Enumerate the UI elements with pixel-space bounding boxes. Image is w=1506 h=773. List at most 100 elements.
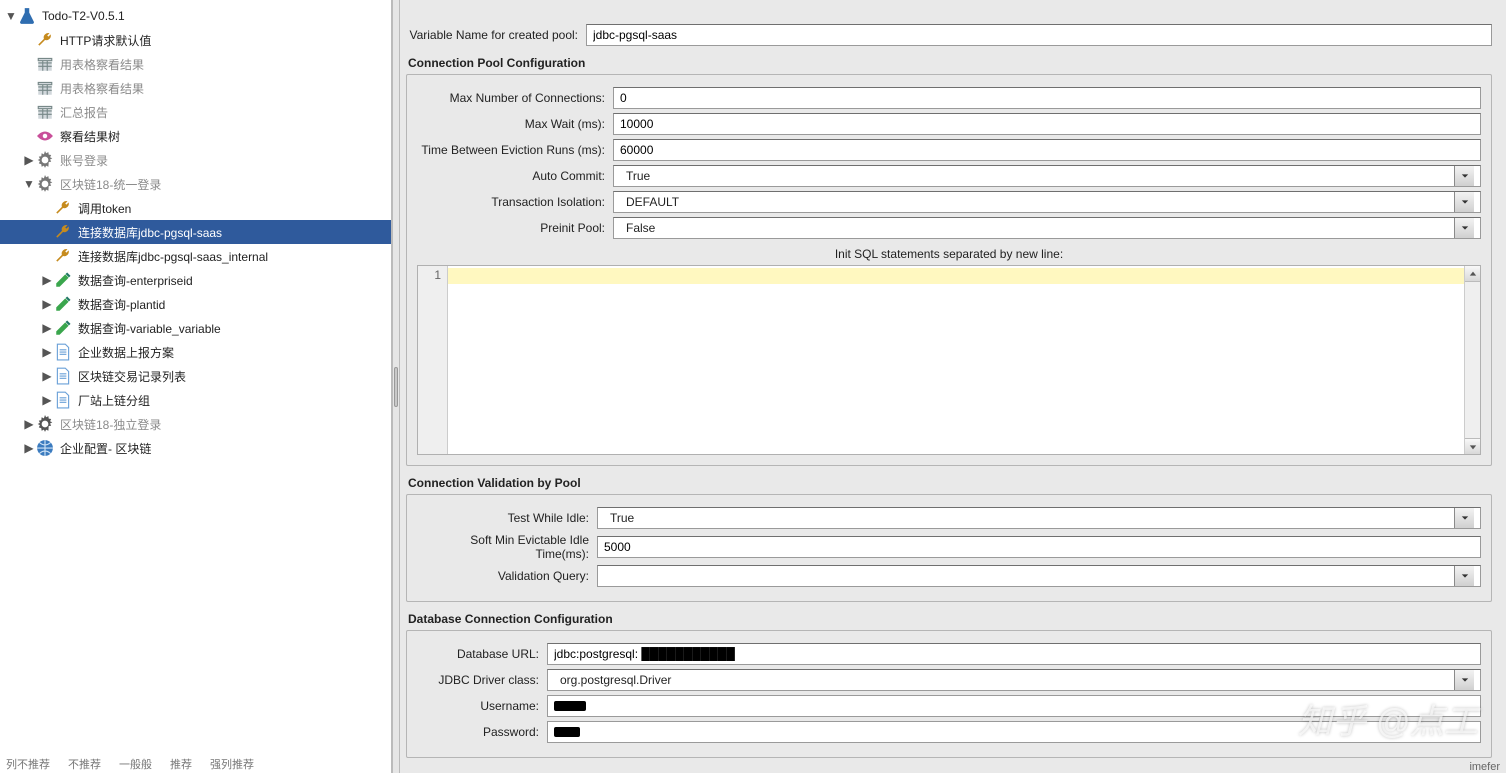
footer-ratings: 列不推荐不推荐一般般推荐强列推荐	[0, 755, 254, 773]
driver-select[interactable]: org.postgresql.Driver	[547, 669, 1481, 691]
db-group: Database URL: JDBC Driver class: org.pos…	[406, 630, 1492, 758]
tree-item[interactable]: ▶厂站上链分组	[0, 388, 391, 412]
tree-item-label: 调用token	[76, 200, 131, 217]
val-query-label: Validation Query:	[417, 569, 597, 583]
scroll-up-icon[interactable]	[1465, 266, 1480, 282]
tree-item[interactable]: ▶ 区块链18-独立登录	[0, 412, 391, 436]
var-name-input[interactable]	[586, 24, 1492, 46]
scroll-down-icon[interactable]	[1465, 438, 1480, 454]
tree-item[interactable]: ▶数据查询-plantid	[0, 292, 391, 316]
disclosure-icon[interactable]: ▶	[40, 273, 54, 287]
tree-item-label: 汇总报告	[58, 104, 108, 121]
tree-item-label: 区块链18-独立登录	[58, 416, 161, 433]
disclosure-icon[interactable]: ▼	[4, 9, 18, 23]
tree-item[interactable]: 察看结果树	[0, 124, 391, 148]
test-idle-select[interactable]: True	[597, 507, 1481, 529]
gear-icon	[36, 151, 54, 169]
config-panel: Variable Name for created pool: Connecti…	[400, 0, 1506, 773]
gear-icon	[36, 175, 54, 193]
db-url-input[interactable]	[547, 643, 1481, 665]
tree-item[interactable]: ▶数据查询-variable_variable	[0, 316, 391, 340]
tree-item[interactable]: HTTP请求默认值	[0, 28, 391, 52]
splitter-grip[interactable]	[394, 367, 398, 407]
tree-item-label: 连接数据库jdbc-pgsql-saas_internal	[76, 248, 268, 265]
disclosure-icon[interactable]: ▶	[22, 153, 36, 167]
pencil-icon	[54, 271, 72, 289]
pool-group: Max Number of Connections: Max Wait (ms)…	[406, 74, 1492, 466]
tree-item-label: 数据查询-enterpriseid	[76, 272, 193, 289]
val-query-select[interactable]	[597, 565, 1481, 587]
tree-item[interactable]: 用表格察看结果	[0, 52, 391, 76]
tree-item-label: 用表格察看结果	[58, 80, 144, 97]
max-conn-input[interactable]	[613, 87, 1481, 109]
driver-label: JDBC Driver class:	[417, 673, 547, 687]
max-wait-input[interactable]	[613, 113, 1481, 135]
disclosure-icon[interactable]: ▶	[40, 321, 54, 335]
password-input[interactable]	[547, 721, 1481, 743]
username-input[interactable]	[547, 695, 1481, 717]
tree-item[interactable]: ▼区块链18-统一登录	[0, 172, 391, 196]
init-sql-editor[interactable]: 1	[417, 265, 1481, 455]
tree-item-label: 用表格察看结果	[58, 56, 144, 73]
doc-icon	[54, 343, 72, 361]
password-label: Password:	[417, 725, 547, 739]
username-label: Username:	[417, 699, 547, 713]
pencil-icon	[54, 319, 72, 337]
tree-item[interactable]: ▶企业数据上报方案	[0, 340, 391, 364]
db-url-label: Database URL:	[417, 647, 547, 661]
disclosure-icon[interactable]: ▶	[40, 393, 54, 407]
tree-item-label: HTTP请求默认值	[58, 32, 151, 49]
doc-icon	[54, 391, 72, 409]
auto-commit-label: Auto Commit:	[417, 169, 613, 183]
max-conn-label: Max Number of Connections:	[417, 91, 613, 105]
db-section-title: Database Connection Configuration	[406, 612, 1492, 626]
editor-current-line	[448, 268, 1464, 284]
preinit-select[interactable]: False	[613, 217, 1481, 239]
disclosure-icon[interactable]: ▶	[22, 417, 36, 431]
tree-item[interactable]: 汇总报告	[0, 100, 391, 124]
tree-item[interactable]: ▶ 账号登录	[0, 148, 391, 172]
disclosure-icon[interactable]: ▶	[40, 345, 54, 359]
iso-select[interactable]: DEFAULT	[613, 191, 1481, 213]
soft-min-input[interactable]	[597, 536, 1481, 558]
init-sql-label: Init SQL statements separated by new lin…	[417, 247, 1481, 261]
test-plan-tree[interactable]: ▼ Todo-T2-V0.5.1 HTTP请求默认值用表格察看结果用表格察看结果…	[0, 0, 392, 773]
tree-item[interactable]: 连接数据库jdbc-pgsql-saas	[0, 220, 391, 244]
tree-item-label: 企业配置- 区块链	[58, 440, 151, 457]
chevron-down-icon	[1454, 218, 1474, 238]
table-icon	[36, 103, 54, 121]
tree-item-label: 账号登录	[58, 152, 108, 169]
tree-item[interactable]: 连接数据库jdbc-pgsql-saas_internal	[0, 244, 391, 268]
tree-root[interactable]: ▼ Todo-T2-V0.5.1	[0, 4, 391, 28]
tree-item[interactable]: 调用token	[0, 196, 391, 220]
tree-item[interactable]: ▶ 数据查询-enterpriseid	[0, 268, 391, 292]
auto-commit-select[interactable]: True	[613, 165, 1481, 187]
tree-item-label: 察看结果树	[58, 128, 120, 145]
disclosure-icon[interactable]: ▶	[40, 297, 54, 311]
table-icon	[36, 55, 54, 73]
wrench-icon	[54, 223, 72, 241]
gear-dk-icon	[36, 415, 54, 433]
tree-root-label: Todo-T2-V0.5.1	[40, 9, 125, 23]
editor-body[interactable]	[448, 266, 1464, 454]
evict-input[interactable]	[613, 139, 1481, 161]
tree-item[interactable]: ▶区块链交易记录列表	[0, 364, 391, 388]
tree-item[interactable]: 用表格察看结果	[0, 76, 391, 100]
eye-icon	[36, 127, 54, 145]
wrench-icon	[54, 199, 72, 217]
var-name-label: Variable Name for created pool:	[406, 28, 586, 42]
vertical-scrollbar[interactable]	[1464, 266, 1480, 454]
corner-text: imefer	[1469, 761, 1500, 773]
disclosure-icon[interactable]: ▼	[22, 177, 36, 191]
chevron-down-icon	[1454, 566, 1474, 586]
iso-label: Transaction Isolation:	[417, 195, 613, 209]
table-icon	[36, 79, 54, 97]
evict-label: Time Between Eviction Runs (ms):	[417, 143, 613, 157]
tree-item[interactable]: ▶ 企业配置- 区块链	[0, 436, 391, 460]
disclosure-icon[interactable]: ▶	[22, 441, 36, 455]
flask-icon	[18, 7, 36, 25]
globe-icon	[36, 439, 54, 457]
disclosure-icon[interactable]: ▶	[40, 369, 54, 383]
splitter[interactable]	[392, 0, 400, 773]
pool-section-title: Connection Pool Configuration	[406, 56, 1492, 70]
